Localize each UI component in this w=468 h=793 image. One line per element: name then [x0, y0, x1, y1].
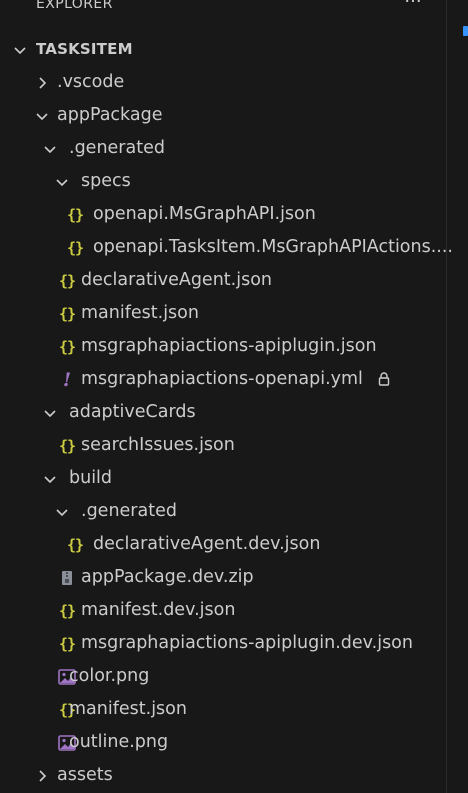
- braces-icon: {}: [58, 601, 76, 620]
- chevron-down-icon: [56, 179, 68, 187]
- chevron-down-icon: [56, 509, 68, 517]
- tree-file-manifest-json[interactable]: {} manifest.json: [0, 693, 446, 726]
- tree-item-label: openapi.TasksItem.MsGraphAPIActions....: [93, 237, 453, 257]
- braces-icon: {}: [58, 271, 76, 290]
- tree-item-label: searchIssues.json: [81, 435, 235, 455]
- braces-icon: {}: [58, 436, 76, 455]
- file-tree: .vscode appPackage .generated specs {} openap…: [0, 66, 453, 792]
- tree-file-openapi-msgraphapi-json[interactable]: {} openapi.MsGraphAPI.json: [0, 198, 446, 231]
- tree-folder-specs[interactable]: specs: [0, 165, 446, 198]
- tree-item-label: color.png: [69, 666, 150, 686]
- lock-icon: [378, 372, 390, 386]
- tree-file-apppackage-dev-zip[interactable]: appPackage.dev.zip: [0, 561, 446, 594]
- zip-file-icon: [58, 561, 76, 594]
- tree-item-label: appPackage.dev.zip: [81, 567, 254, 587]
- tree-folder-apppackage[interactable]: appPackage: [0, 99, 446, 132]
- more-actions-button[interactable]: ···: [398, 0, 428, 14]
- workspace-section-header[interactable]: TASKSITEM: [0, 33, 446, 66]
- chevron-down-icon: [44, 146, 56, 154]
- chevron-right-icon: [39, 77, 47, 89]
- editor-tab-indicator: [463, 26, 468, 36]
- tree-file-msgraphapiactions-openapi-yml[interactable]: ! msgraphapiactions-openapi.yml: [0, 363, 446, 396]
- exclamation-icon: !: [62, 368, 72, 391]
- tree-item-label: appPackage: [57, 105, 163, 125]
- tree-file-declarativeagent-json[interactable]: {} declarativeAgent.json: [0, 264, 446, 297]
- tree-item-label: .generated: [69, 138, 165, 158]
- tree-folder-generated[interactable]: .generated: [0, 495, 446, 528]
- tree-file-outline-png[interactable]: outline.png: [0, 726, 446, 759]
- braces-icon: {}: [58, 304, 76, 323]
- tree-item-label: .generated: [81, 501, 177, 521]
- tree-item-label: declarativeAgent.json: [81, 270, 272, 290]
- tree-item-label: manifest.json: [69, 699, 187, 719]
- tree-file-declarativeagent-dev-json[interactable]: {} declarativeAgent.dev.json: [0, 528, 446, 561]
- tree-folder-assets[interactable]: assets: [0, 759, 446, 792]
- tree-folder-generated[interactable]: .generated: [0, 132, 446, 165]
- tree-item-label: specs: [81, 171, 131, 191]
- braces-icon: {}: [66, 535, 84, 554]
- tree-item-label: assets: [57, 765, 113, 785]
- tree-file-color-png[interactable]: color.png: [0, 660, 446, 693]
- braces-icon: {}: [58, 634, 76, 653]
- tree-file-searchissues-json[interactable]: {} searchIssues.json: [0, 429, 446, 462]
- tree-item-label: build: [69, 468, 113, 488]
- sidebar-edge: [446, 0, 447, 793]
- tree-file-openapi-tasksitem-msgraphapiactions[interactable]: {} openapi.TasksItem.MsGraphAPIActions...…: [0, 231, 453, 264]
- tree-item-label: openapi.MsGraphAPI.json: [93, 204, 316, 224]
- tree-item-label: manifest.json: [81, 303, 199, 323]
- chevron-right-icon: [39, 770, 47, 782]
- tree-file-manifest-dev-json[interactable]: {} manifest.dev.json: [0, 594, 446, 627]
- tree-folder-adaptivecards[interactable]: adaptiveCards: [0, 396, 446, 429]
- tree-file-msgraphapiactions-apiplugin-json[interactable]: {} msgraphapiactions-apiplugin.json: [0, 330, 446, 363]
- tree-item-label: msgraphapiactions-apiplugin.json: [81, 336, 377, 356]
- braces-icon: {}: [66, 238, 84, 257]
- tree-item-label: .vscode: [57, 72, 125, 92]
- tree-folder-build[interactable]: build: [0, 462, 446, 495]
- tree-file-msgraphapiactions-apiplugin-dev-json[interactable]: {} msgraphapiactions-apiplugin.dev.json: [0, 627, 446, 660]
- tree-item-label: outline.png: [69, 732, 169, 752]
- tree-item-label: msgraphapiactions-apiplugin.dev.json: [81, 633, 413, 653]
- chevron-down-icon: [44, 410, 56, 418]
- chevron-down-icon: [36, 113, 48, 121]
- tree-item-label: msgraphapiactions-openapi.yml: [81, 369, 363, 389]
- tree-folder-vscode[interactable]: .vscode: [0, 66, 446, 99]
- explorer-header: EXPLORER ···: [0, 0, 446, 18]
- braces-icon: {}: [66, 205, 84, 224]
- workspace-name: TASKSITEM: [36, 40, 133, 58]
- tree-item-label: manifest.dev.json: [81, 600, 236, 620]
- chevron-down-icon: [14, 47, 26, 55]
- tree-item-label: declarativeAgent.dev.json: [93, 534, 321, 554]
- tree-file-manifest-json[interactable]: {} manifest.json: [0, 297, 446, 330]
- tree-item-label: adaptiveCards: [69, 402, 196, 422]
- braces-icon: {}: [58, 337, 76, 356]
- chevron-down-icon: [44, 476, 56, 484]
- explorer-title: EXPLORER: [36, 0, 113, 12]
